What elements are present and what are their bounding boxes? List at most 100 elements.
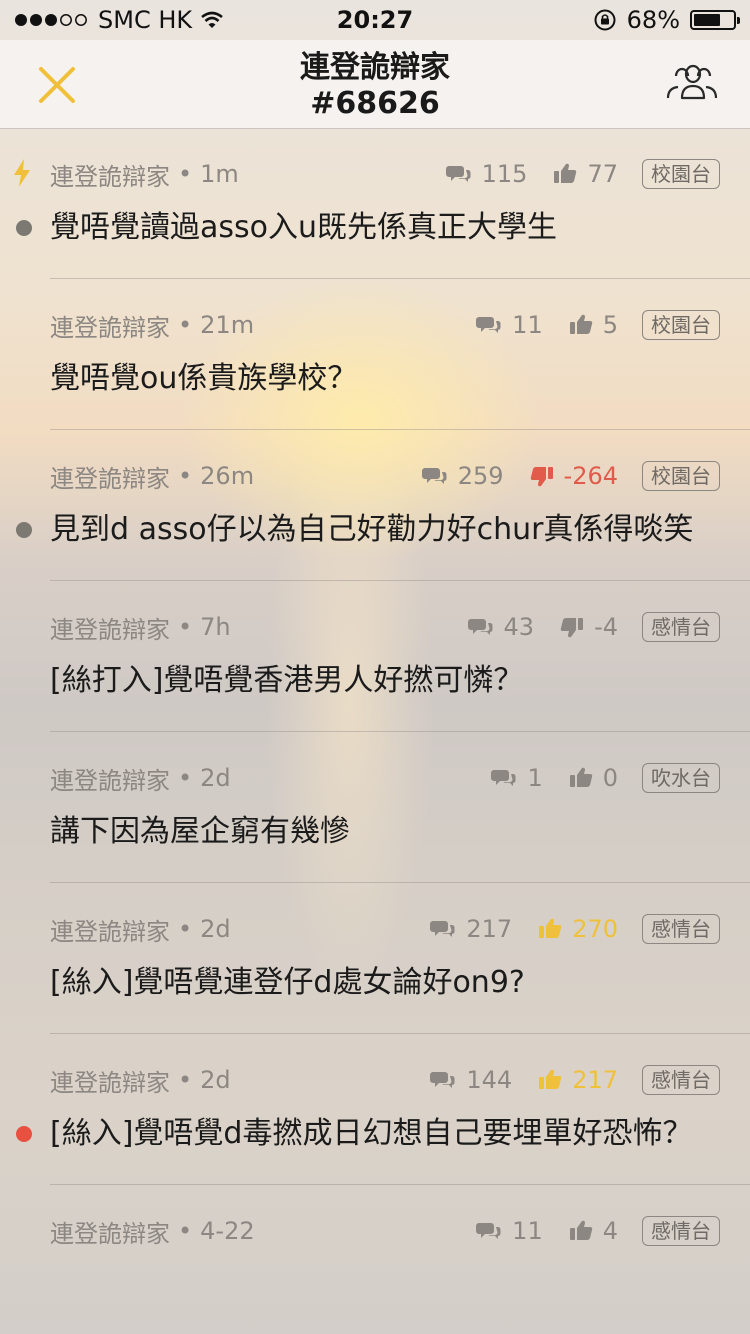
thumbs-up-icon [569,314,592,334]
reply-icon [421,468,447,484]
meta-separator: • [178,1066,193,1094]
meta-separator: • [178,160,193,188]
channel-tag[interactable]: 校園台 [642,310,720,340]
thumbs-up-icon [554,163,577,183]
thread-time: 2d [200,915,231,943]
reply-icon [476,317,501,333]
thumbs-up-icon [539,918,562,938]
thread-meta: 連登詭辯家 • 7h 43 -4 感情台 [50,581,750,673]
thread-meta: 連登詭辯家 • 21m 11 5 校園台 [50,279,750,371]
channel-tag[interactable]: 感情台 [642,1065,720,1095]
page-title-id: #68626 [310,86,440,121]
channel-tag[interactable]: 校園台 [642,461,720,491]
channel-tag[interactable]: 感情台 [642,914,720,944]
navigation-bar: 連登詭辯家 #68626 [0,40,750,129]
thread-author: 連登詭辯家 [50,1068,170,1097]
carrier-name: SMC HK [98,6,193,34]
thread-stats: 115 77 校園台 [420,128,720,220]
reply-count: 259 [421,462,504,490]
thread-time: 21m [200,311,255,339]
vote-count-value: 270 [572,915,618,943]
hot-indicator-dot [16,1126,32,1142]
vote-count-value: -264 [563,462,618,490]
channel-tag[interactable]: 吹水台 [642,763,720,793]
channel-tag[interactable]: 感情台 [642,612,720,642]
vote-count: -4 [560,613,618,641]
thread-time: 7h [200,613,231,641]
thread-author: 連登詭辯家 [50,313,170,342]
reply-count-value: 217 [466,915,513,943]
thread-item[interactable]: 連登詭辯家 • 2d 1 0 吹水台 講下因為屋企窮有幾慘 [50,732,750,883]
thread-author: 連登詭辯家 [50,162,170,191]
thread-meta: 連登詭辯家 • 2d 217 270 感情台 [50,883,750,975]
reply-count: 1 [491,764,543,792]
thread-author: 連登詭辯家 [50,1219,170,1248]
reply-count-value: 144 [466,1066,513,1094]
thread-time: 26m [200,462,255,490]
thread-stats: 259 -264 校園台 [396,430,720,522]
thumbs-up-icon [569,767,592,787]
signal-strength-icon [15,14,87,26]
reply-icon [430,921,455,937]
vote-count-value: 4 [602,1217,618,1245]
thread-stats: 144 217 感情台 [404,1034,720,1126]
thread-item[interactable]: 連登詭辯家 • 1m 115 77 校園台 覺唔覺讀過asso入u既先係真正大學生 [14,128,750,279]
reply-count: 11 [476,311,543,339]
vote-count-value: 217 [572,1066,618,1094]
status-left: SMC HK [14,6,224,34]
reply-icon [445,166,471,182]
reply-count: 115 [445,160,528,188]
thumbs-down-icon [530,467,553,487]
reply-count-value: 11 [512,311,543,339]
battery-icon [690,10,740,30]
thread-meta: 連登詭辯家 • 2d 144 217 感情台 [50,1034,750,1126]
thread-item[interactable]: 連登詭辯家 • 26m 259 -264 校園台 見到d asso仔以為自己好勸力好chur… [16,430,750,581]
vote-count-value: 0 [602,764,618,792]
thread-list: 連登詭辯家 • 1m 115 77 校園台 覺唔覺讀過asso入u既先係真正大學生 連登詭辯家… [0,128,750,1295]
thread-item[interactable]: 連登詭辯家 • 4-22 11 4 感情台 [50,1185,750,1295]
meta-separator: • [178,764,193,792]
thumbs-up-icon [569,1220,592,1240]
thread-stats: 1 0 吹水台 [465,732,720,824]
unread-indicator-dot [16,522,32,538]
channel-tag[interactable]: 感情台 [642,1216,720,1246]
reply-count: 11 [476,1217,543,1245]
vote-count: -264 [530,462,618,490]
thread-item[interactable]: 連登詭辯家 • 2d 144 217 感情台 [絲入]覺唔覺d毒撚成日幻想自己要埋單好恐怖？ [16,1034,750,1185]
thread-meta: 連登詭辯家 • 2d 1 0 吹水台 [50,732,750,824]
thread-item[interactable]: 連登詭辯家 • 7h 43 -4 感情台 [絲打入]覺唔覺香港男人好撚可憐？ [50,581,750,732]
reply-count-value: 11 [512,1217,543,1245]
reply-count-value: 115 [481,160,528,188]
page-title-name: 連登詭辯家 [300,50,450,85]
thread-author: 連登詭辯家 [50,615,170,644]
thread-stats: 11 5 校園台 [450,279,720,371]
reply-icon [430,1072,455,1088]
page-title: 連登詭辯家 #68626 [0,50,750,122]
meta-separator: • [178,915,193,943]
vote-count: 4 [569,1217,618,1245]
thread-time: 1m [200,160,239,188]
reply-count-value: 259 [457,462,504,490]
meta-separator: • [178,613,193,641]
battery-percent: 68% [626,6,680,34]
meta-separator: • [178,1217,193,1245]
thread-item[interactable]: 連登詭辯家 • 21m 11 5 校園台 覺唔覺ou係貴族學校？ [50,279,750,430]
reply-count: 43 [467,613,534,641]
thread-time: 2d [200,764,231,792]
vote-count: 77 [553,160,618,188]
thumbs-down-icon [560,618,584,638]
users-icon [666,64,718,100]
unread-indicator-dot [16,220,32,236]
thread-author: 連登詭辯家 [50,464,170,493]
users-button[interactable] [664,58,720,112]
vote-count-value: 77 [587,160,618,188]
thread-stats: 43 -4 感情台 [442,581,720,673]
thread-author: 連登詭辯家 [50,917,170,946]
channel-tag[interactable]: 校園台 [642,159,720,189]
meta-separator: • [178,462,193,490]
status-right: 68% [593,6,740,34]
thread-item[interactable]: 連登詭辯家 • 2d 217 270 感情台 [絲入]覺唔覺連登仔d處女論好on9? [50,883,750,1034]
vote-count: 0 [569,764,618,792]
vote-count: 217 [538,1066,618,1094]
thread-stats: 217 270 感情台 [404,883,720,975]
